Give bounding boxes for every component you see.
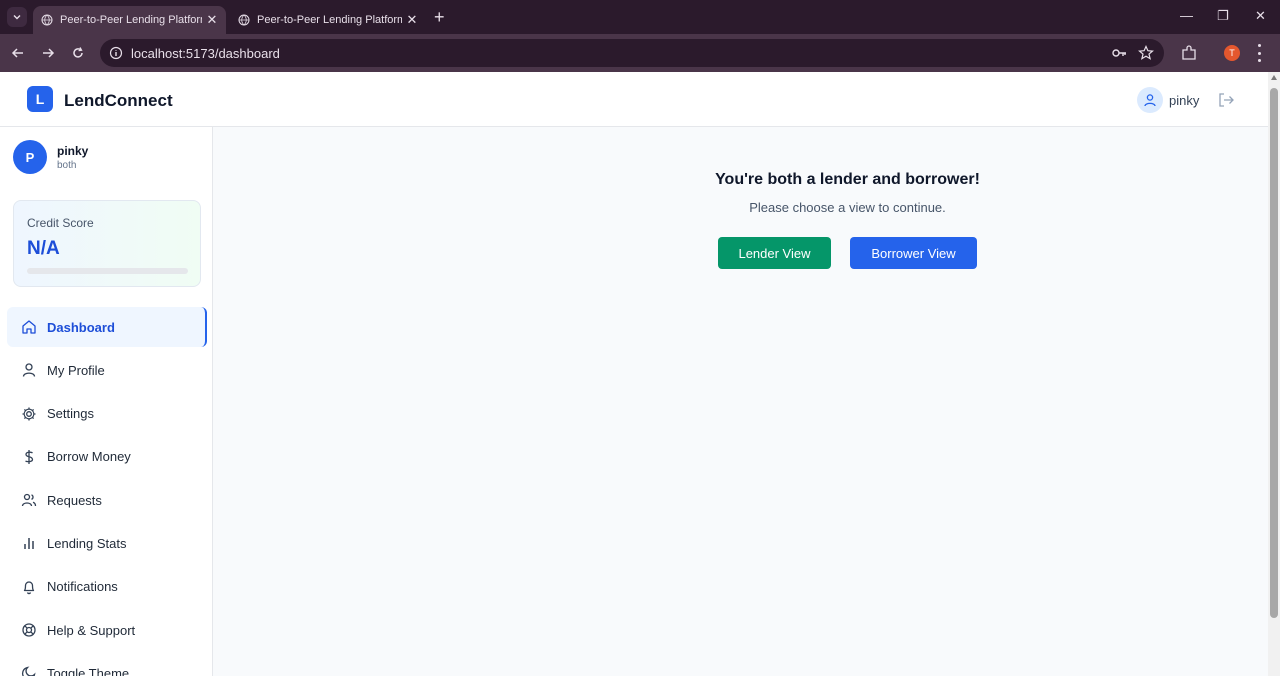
sidebar-item-label: Requests [47,492,102,508]
forward-button[interactable] [39,44,57,62]
sidebar-item-lending-stats[interactable]: Lending Stats [7,523,207,563]
credit-score-card: Credit Score N/A [13,200,201,287]
sidebar-item-label: Dashboard [47,319,115,335]
browser-menu-icon[interactable] [1257,44,1261,62]
reload-icon [73,47,83,58]
site-info-icon[interactable] [109,46,123,60]
user-icon [1144,94,1156,107]
sidebar-item-label: Help & Support [47,622,136,638]
close-tab-icon[interactable]: ✕ [402,12,422,28]
tab-title: Peer-to-Peer Lending Platform [60,14,202,26]
sidebar-item-label: Lending Stats [47,535,127,551]
credit-score-label: Credit Score [27,216,94,230]
sidebar-item-settings[interactable]: Settings [7,394,207,434]
back-button[interactable] [9,44,27,62]
sidebar-item-notifications[interactable]: Notifications [7,567,207,607]
bell-icon [23,581,35,594]
browser-profile-avatar[interactable]: T [1224,45,1240,61]
sidebar: P pinky both Credit Score N/A Dashboard … [0,127,213,676]
brand-name[interactable]: LendConnect [64,91,173,111]
sidebar-item-dashboard[interactable]: Dashboard [7,307,207,347]
tab-search-button[interactable] [7,7,27,27]
restore-icon[interactable]: ❐ [1217,8,1229,24]
page-subtitle: Please choose a view to continue. [749,200,946,215]
sidebar-item-help-support[interactable]: Help & Support [7,610,207,650]
borrower-view-button[interactable]: Borrower View [850,237,977,269]
arrow-right-icon [43,48,55,58]
user-icon [22,363,36,377]
sidebar-item-label: Borrow Money [47,449,131,465]
chevron-down-icon [13,15,21,20]
extensions-icon[interactable] [1180,44,1198,62]
dollar-icon [25,449,34,464]
sidebar-item-requests[interactable]: Requests [7,480,207,520]
browser-tab-bar: Peer-to-Peer Lending Platform ✕ Peer-to-… [0,0,1280,34]
header-username[interactable]: pinky [1169,93,1199,108]
lifebuoy-icon [22,623,36,637]
browser-toolbar: localhost:5173/dashboard [0,34,1280,72]
url-text: localhost:5173/dashboard [131,45,280,61]
browser-tab[interactable]: Peer-to-Peer Lending Platform ✕ [230,6,426,34]
sidebar-avatar: P [13,140,47,174]
gear-icon [22,407,36,421]
reload-button[interactable] [69,44,87,62]
bar-chart-icon [24,538,34,550]
lender-view-button[interactable]: Lender View [718,237,831,269]
app-header: L LendConnect pinky [0,72,1268,127]
sidebar-item-label: Toggle Theme [47,665,130,676]
sidebar-user-role: both [57,160,77,171]
moon-icon [21,666,36,676]
address-bar[interactable]: localhost:5173/dashboard [100,39,1164,67]
globe-icon [41,14,53,26]
scroll-up-arrow-icon[interactable] [1271,75,1277,80]
globe-icon [238,14,250,26]
sidebar-item-toggle-theme[interactable]: Toggle Theme [7,653,207,676]
home-icon [22,320,36,334]
sidebar-username: pinky [57,144,89,158]
browser-tab-active[interactable]: Peer-to-Peer Lending Platform ✕ [33,6,226,34]
close-tab-icon[interactable]: ✕ [202,12,222,28]
star-icon[interactable] [1138,45,1154,61]
scrollbar-thumb[interactable] [1270,88,1278,618]
page-title: You're both a lender and borrower! [715,171,980,188]
header-avatar[interactable] [1137,87,1163,113]
tab-title: Peer-to-Peer Lending Platform [257,14,402,26]
logout-icon[interactable] [1217,91,1235,109]
users-icon [21,494,37,507]
credit-score-progress [27,268,188,274]
sidebar-item-my-profile[interactable]: My Profile [7,350,207,390]
sidebar-item-label: Settings [47,406,94,422]
sidebar-nav: Dashboard My Profile Settings Borrow Mon… [7,307,207,676]
credit-score-value: N/A [27,238,60,259]
key-icon[interactable] [1111,45,1127,61]
sidebar-item-label: Notifications [47,579,118,595]
app-logo[interactable]: L [27,86,53,112]
new-tab-button[interactable]: + [434,8,445,26]
close-window-icon[interactable]: ✕ [1255,8,1266,24]
arrow-left-icon [11,48,23,58]
sidebar-item-label: My Profile [47,362,105,378]
minimize-icon[interactable]: — [1180,8,1193,23]
sidebar-item-borrow-money[interactable]: Borrow Money [7,437,207,477]
page-scrollbar[interactable] [1268,72,1280,676]
